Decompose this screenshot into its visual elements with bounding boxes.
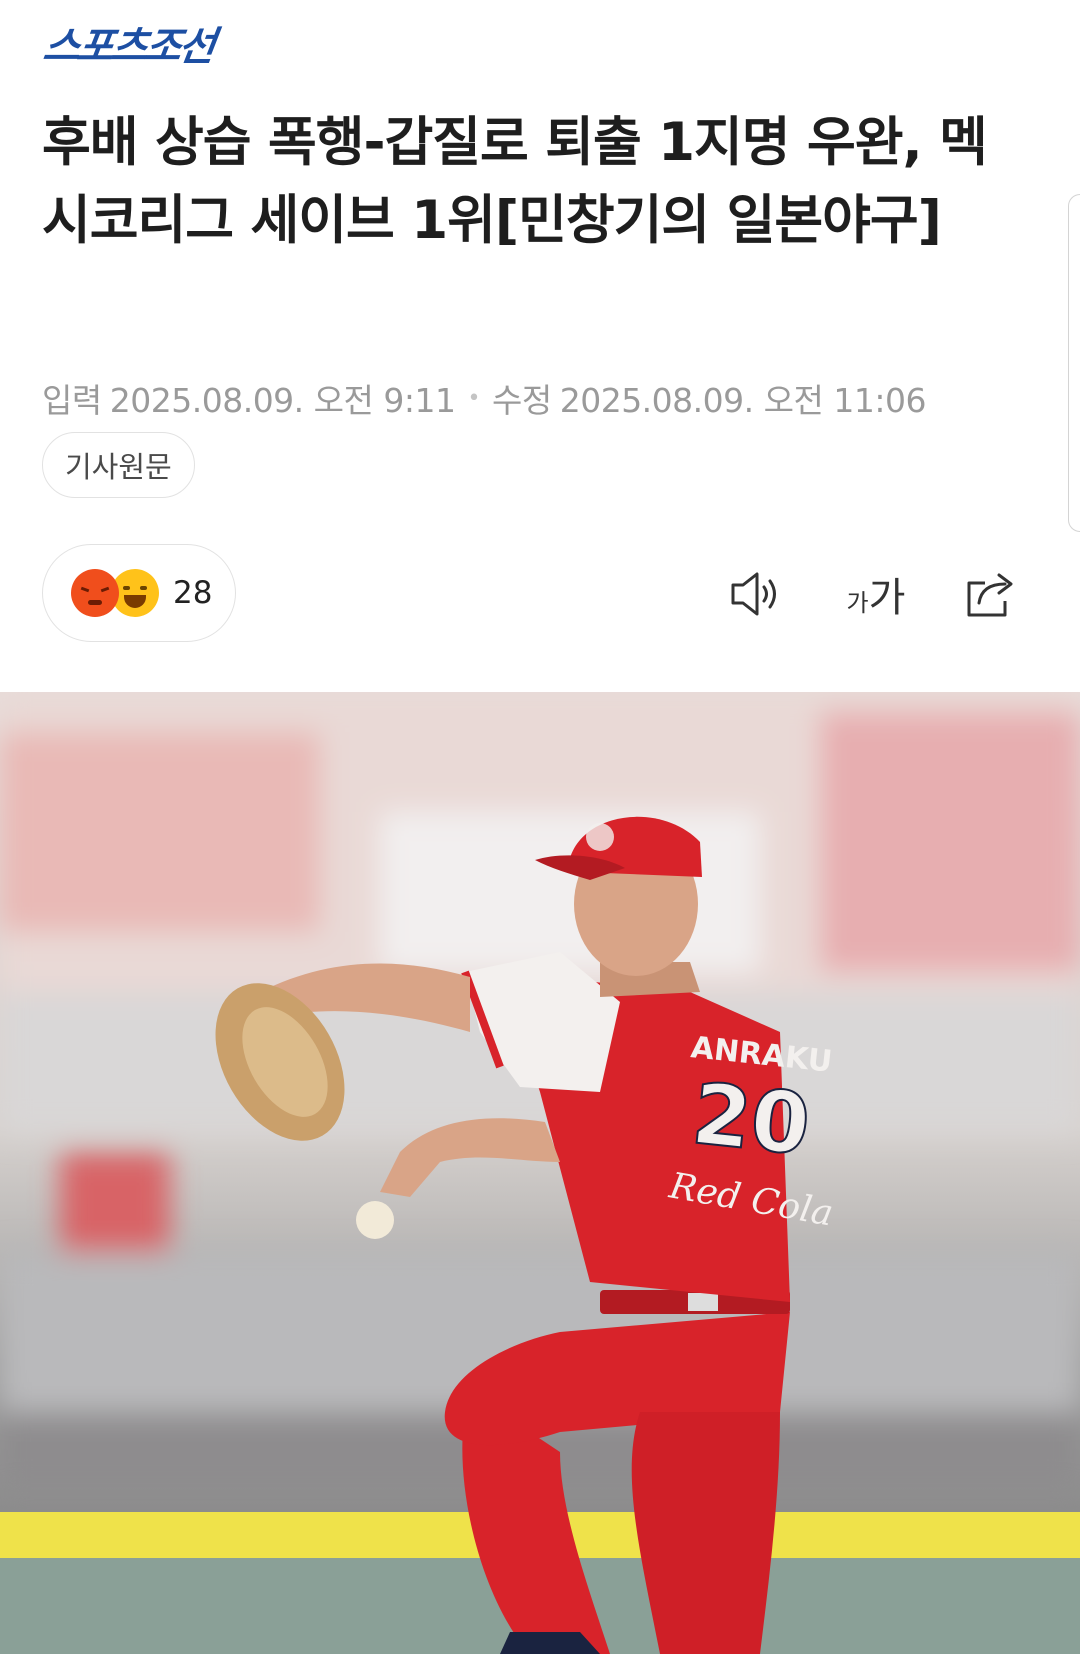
angry-emoji-icon [71, 569, 119, 617]
pitcher-photo-illustration: ANRAKU 20 Red Cola [0, 692, 1080, 1654]
reaction-button[interactable]: 28 [42, 544, 236, 642]
font-size-button[interactable]: 가가 [836, 560, 916, 628]
site-logo[interactable]: 스포츠조선 [40, 22, 216, 70]
share-button[interactable] [958, 560, 1022, 628]
share-icon [967, 573, 1013, 617]
speaker-icon [731, 572, 776, 616]
original-article-button[interactable]: 기사원문 [42, 432, 195, 498]
side-scroll-handle[interactable] [1068, 194, 1080, 532]
article-meta: 입력 2025.08.09. 오전 9:11 • 수정 2025.08.09. … [42, 374, 926, 422]
reaction-count: 28 [173, 575, 213, 611]
article-title: 후배 상습 폭행-갑질로 퇴출 1지명 우완, 멕시코리그 세이브 1위[민창기… [42, 112, 988, 251]
article-page: 스포츠조선 후배 상습 폭행-갑질로 퇴출 1지명 우완, 멕시코리그 세이브 … [0, 0, 1080, 1654]
meta-separator: • [467, 385, 480, 411]
article-photo: ANRAKU 20 Red Cola [0, 692, 1080, 1654]
font-size-icon: 가가 [846, 575, 906, 621]
published-time: 2025.08.09. 오전 9:11 [109, 381, 456, 420]
modified-label: 수정 [491, 381, 552, 420]
published-label: 입력 [42, 381, 102, 420]
speaker-button[interactable] [724, 560, 788, 628]
modified-time: 2025.08.09. 오전 11:06 [559, 381, 927, 420]
svg-text:20: 20 [688, 1064, 815, 1174]
